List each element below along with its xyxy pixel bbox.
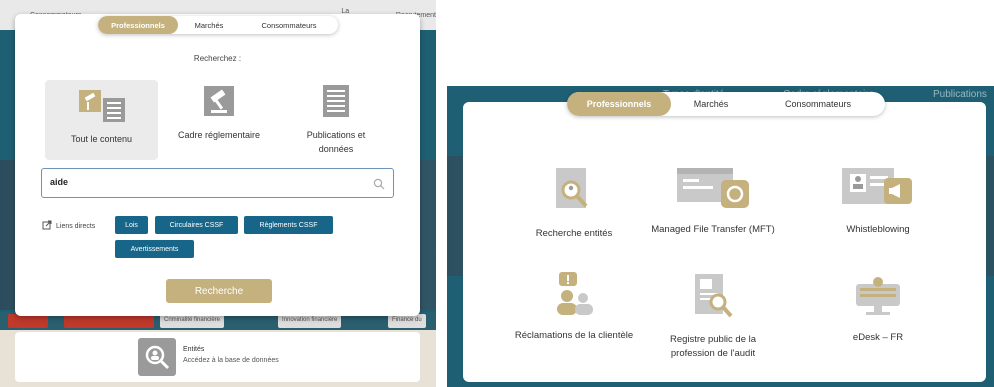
external-link-icon (42, 220, 52, 232)
item-edesk-fr[interactable]: eDesk – FR (813, 276, 943, 345)
search-title: Recherchez : (193, 54, 242, 63)
category-label: Tout le contenu (70, 134, 133, 144)
tab-marches[interactable]: Marchés (178, 16, 240, 34)
search-field[interactable] (41, 168, 394, 198)
entity-search-icon (509, 166, 639, 219)
item-label: Registre public de la profession de l'au… (669, 334, 757, 359)
megaphone-icon (813, 166, 943, 215)
audience-tabs: Professionnels Marchés Consommateurs (98, 16, 338, 34)
audience-tabs: Professionnels Marchés Consommateurs (567, 92, 885, 116)
item-whistleblowing[interactable]: Whistleblowing (813, 166, 943, 237)
category-publications[interactable]: Publications et données (289, 84, 383, 156)
entity-search-icon (138, 338, 176, 376)
search-icon[interactable] (373, 177, 385, 195)
direct-links-text: Liens directs (56, 222, 96, 230)
bg-chip[interactable] (8, 314, 48, 328)
tab-professionnels[interactable]: Professionnels (98, 16, 178, 34)
item-label: Whistleblowing (846, 224, 910, 235)
complaint-icon (509, 272, 639, 321)
category-label: Publications et données (306, 130, 366, 154)
entities-title: Entités (183, 346, 205, 353)
search-button[interactable]: Recherche (166, 279, 272, 303)
link-avertissements[interactable]: Avertissements (115, 240, 194, 258)
item-label: Réclamations de la clientèle (514, 330, 634, 341)
category-cadre-reglementaire[interactable]: Cadre réglementaire (172, 84, 266, 142)
tab-consommateurs[interactable]: Consommateurs (751, 92, 885, 116)
item-label: eDesk – FR (852, 332, 904, 343)
search-input[interactable] (50, 177, 370, 187)
tab-consommateurs[interactable]: Consommateurs (240, 16, 338, 34)
screenshot-collage: Consommateurs La CSSF Recrutement Crimin… (0, 0, 994, 387)
bg-chip[interactable]: Finance du (388, 314, 426, 328)
desk-icon (813, 276, 943, 323)
item-reclamations[interactable]: Réclamations de la clientèle (509, 272, 639, 343)
category-tout-le-contenu[interactable]: Tout le contenu (45, 80, 158, 160)
link-circulaires-cssf[interactable]: Circulaires CSSF (155, 216, 238, 234)
gavel-icon (172, 84, 266, 122)
bg-chip[interactable] (64, 314, 154, 328)
item-label: Managed File Transfer (MFT) (651, 224, 775, 235)
item-label: Recherche entités (535, 228, 613, 239)
file-transfer-icon (648, 166, 778, 215)
bg-chip[interactable]: Innovation financière (278, 314, 342, 328)
item-registre-public-audit[interactable]: Registre public de la profession de l'au… (648, 272, 778, 361)
item-managed-file-transfer[interactable]: Managed File Transfer (MFT) (648, 166, 778, 237)
tab-marches[interactable]: Marchés (671, 92, 751, 116)
category-label: Cadre réglementaire (177, 130, 261, 140)
link-reglements-cssf[interactable]: Règlements CSSF (244, 216, 333, 234)
item-recherche-entites[interactable]: Recherche entités (509, 166, 639, 241)
bg-nav-item[interactable]: Publications (933, 89, 987, 100)
direct-links-label: Liens directs (42, 220, 95, 232)
entities-card[interactable]: Entités Accédez à la base de données (15, 332, 420, 382)
content-icon (45, 88, 158, 126)
tab-professionnels[interactable]: Professionnels (567, 92, 671, 116)
register-search-icon (648, 272, 778, 325)
bg-chip[interactable]: Criminalité financière (160, 314, 225, 328)
link-lois[interactable]: Lois (115, 216, 148, 234)
entities-subtitle: Accédez à la base de données (183, 357, 279, 364)
document-icon (289, 84, 383, 122)
